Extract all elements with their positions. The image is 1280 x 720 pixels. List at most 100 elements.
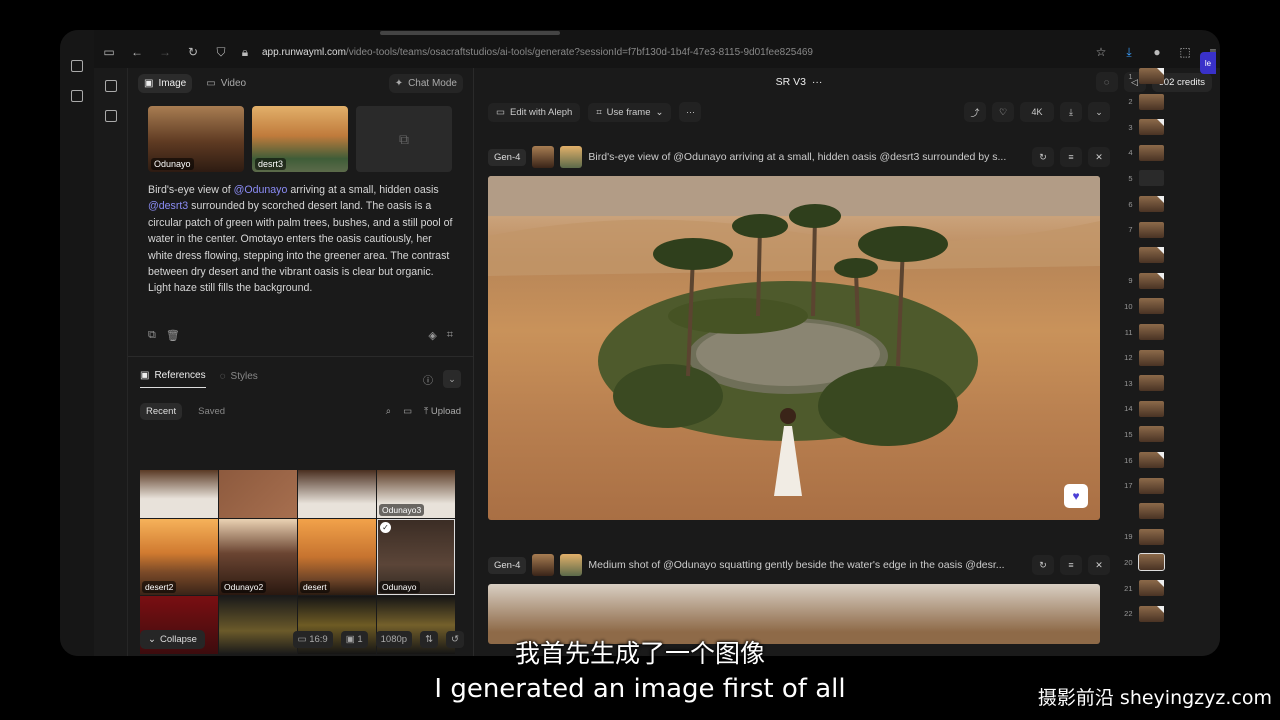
history-thumb[interactable] xyxy=(1138,119,1164,136)
edit-with-aleph-button[interactable]: ▭ Edit with Aleph xyxy=(488,102,581,122)
account-icon[interactable]: ● xyxy=(1150,45,1164,59)
address-bar[interactable]: ⛉ 🔒︎ app.runwayml.com/video-tools/teams/… xyxy=(214,39,1080,65)
history-thumb[interactable] xyxy=(1138,349,1164,366)
reference-tile[interactable]: Odunayo2 xyxy=(219,519,297,595)
folder-icon[interactable]: ▭ xyxy=(403,406,412,417)
history-thumb[interactable] xyxy=(1138,247,1164,264)
history-item[interactable]: 12 xyxy=(1124,349,1164,366)
reference-tile[interactable] xyxy=(298,470,376,518)
tab-video[interactable]: ▭ Video xyxy=(200,74,252,93)
tab-references[interactable]: ▣ References xyxy=(140,370,206,388)
history-item[interactable]: 6 xyxy=(1124,196,1164,212)
extensions-icon[interactable]: ⬚ xyxy=(1178,45,1192,59)
history-thumb[interactable] xyxy=(1138,221,1164,238)
search-icon[interactable]: ⌕ xyxy=(386,406,391,417)
download-icon[interactable]: ⤓ xyxy=(1060,102,1082,122)
chevron-down-icon[interactable]: ⌄ xyxy=(443,370,461,388)
generation-prompt[interactable]: Medium shot of @Odunayo squatting gently… xyxy=(588,559,1026,571)
history-item[interactable]: 15 xyxy=(1124,426,1164,443)
list-icon[interactable]: ≡ xyxy=(1060,147,1082,167)
side-tab[interactable]: le xyxy=(1200,52,1216,74)
new-tab-icon[interactable] xyxy=(71,90,83,102)
history-item[interactable]: 2 xyxy=(1124,93,1164,110)
generation-prompt[interactable]: Bird's-eye view of @Odunayo arriving at … xyxy=(588,151,1026,163)
close-icon[interactable]: ✕ xyxy=(1088,555,1110,575)
scan-icon[interactable]: ⌗ xyxy=(447,329,453,342)
history-item[interactable]: 19 xyxy=(1124,528,1164,545)
sidebar-toggle-icon[interactable] xyxy=(71,60,83,72)
info-icon[interactable]: ⓘ xyxy=(423,372,433,387)
reload-icon[interactable]: ↻ xyxy=(186,45,200,59)
history-item[interactable]: 17 xyxy=(1124,477,1164,494)
session-title[interactable]: SR V3 xyxy=(776,76,806,88)
tab-styles[interactable]: ◌ Styles xyxy=(220,371,258,388)
reference-tile[interactable] xyxy=(219,470,297,518)
history-thumb[interactable] xyxy=(1138,400,1164,417)
chevron-down-icon[interactable]: ⌄ xyxy=(1088,102,1110,122)
history-thumb[interactable] xyxy=(1138,68,1164,84)
history-item[interactable]: 21 xyxy=(1124,580,1164,596)
rerun-icon[interactable]: ↻ xyxy=(1032,555,1054,575)
upload-button[interactable]: ⤒ Upload xyxy=(424,406,461,417)
rerun-icon[interactable]: ↻ xyxy=(1032,147,1054,167)
history-thumb[interactable] xyxy=(1138,272,1164,289)
history-item[interactable]: 5 xyxy=(1124,170,1164,187)
prompt-textarea[interactable]: Bird's-eye view of @Odunayo arriving at … xyxy=(128,172,473,322)
upscale-button[interactable]: 4K xyxy=(1020,102,1054,122)
generated-image[interactable]: ♥ xyxy=(488,176,1100,520)
history-item[interactable]: 9 xyxy=(1124,272,1164,289)
favorite-heart-icon[interactable]: ♥ xyxy=(1064,484,1088,508)
reference-tile[interactable]: Odunayo3 xyxy=(377,470,455,518)
history-thumb[interactable] xyxy=(1138,324,1164,340)
history-thumb[interactable] xyxy=(1138,503,1164,520)
reference-tile-selected[interactable]: ✓ Odunayo xyxy=(377,519,455,595)
add-icon[interactable] xyxy=(104,110,117,122)
history-thumb[interactable] xyxy=(1138,93,1164,110)
reference-tile[interactable]: desert xyxy=(298,519,376,595)
filter-recent[interactable]: Recent xyxy=(140,402,183,420)
use-frame-button[interactable]: ⌗ Use frame ⌄ xyxy=(588,102,672,122)
history-item[interactable]: 10 xyxy=(1124,298,1164,315)
history-item[interactable]: 14 xyxy=(1124,400,1164,417)
history-item[interactable]: 3 xyxy=(1124,119,1164,136)
add-reference-slot[interactable]: ⧉ xyxy=(356,106,452,172)
heart-icon[interactable]: ♡ xyxy=(992,102,1014,122)
close-icon[interactable]: ✕ xyxy=(1088,147,1110,167)
feedback-icon[interactable]: ◌ xyxy=(1095,72,1118,92)
history-thumb[interactable] xyxy=(1138,375,1164,392)
list-icon[interactable]: ≡ xyxy=(1060,555,1082,575)
history-item[interactable]: 16 xyxy=(1124,452,1164,468)
history-thumb[interactable] xyxy=(1138,144,1164,161)
history-thumb[interactable] xyxy=(1138,298,1164,315)
history-item[interactable]: 7 xyxy=(1124,221,1164,238)
history-item[interactable] xyxy=(1124,503,1164,520)
more-icon[interactable]: ··· xyxy=(812,76,823,88)
history-thumb[interactable] xyxy=(1138,196,1164,212)
history-item[interactable]: 1 xyxy=(1124,68,1164,84)
history-item[interactable]: 13 xyxy=(1124,375,1164,392)
prompt-reference[interactable]: Odunayo xyxy=(148,106,244,172)
enhance-icon[interactable]: ◈ xyxy=(428,329,436,342)
back-icon[interactable]: ← xyxy=(130,45,144,59)
tab-image[interactable]: ▣ Image xyxy=(138,73,193,93)
history-thumb[interactable] xyxy=(1138,426,1164,443)
bookmark-star-icon[interactable]: ☆ xyxy=(1094,45,1108,59)
panel-toggle-icon[interactable] xyxy=(104,80,117,92)
sidebar-icon[interactable]: ▭ xyxy=(102,45,116,59)
history-thumb[interactable] xyxy=(1138,170,1164,187)
forward-icon[interactable]: → xyxy=(158,45,172,59)
copy-icon[interactable]: ⧉ xyxy=(148,329,156,342)
chat-mode-button[interactable]: ✦ Chat Mode xyxy=(388,73,463,93)
history-item[interactable]: 4 xyxy=(1124,144,1164,161)
history-item[interactable] xyxy=(1124,247,1164,264)
reference-tile[interactable] xyxy=(140,470,218,518)
share-icon[interactable]: ⤴ xyxy=(964,102,986,122)
history-thumb[interactable] xyxy=(1138,580,1164,596)
download-icon[interactable]: ⤓ xyxy=(1122,45,1136,59)
history-item[interactable]: 11 xyxy=(1124,324,1164,340)
history-item[interactable]: 22 xyxy=(1124,605,1164,622)
history-thumb[interactable] xyxy=(1137,553,1165,572)
reference-tile[interactable]: desert2 xyxy=(140,519,218,595)
history-thumb[interactable] xyxy=(1138,605,1164,622)
trash-icon[interactable]: 🗑︎ xyxy=(166,329,180,342)
